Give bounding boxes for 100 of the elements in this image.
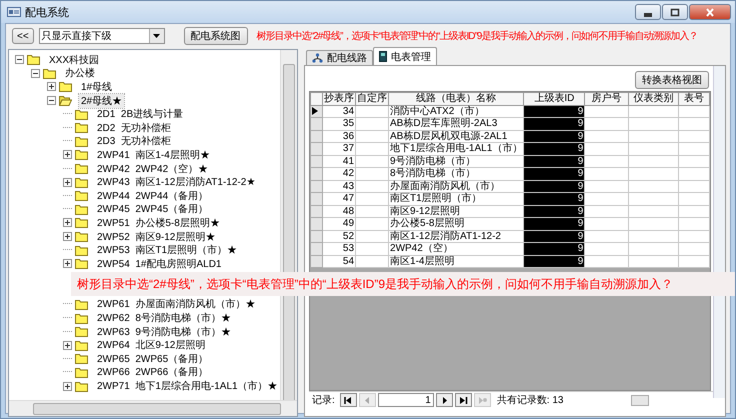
network-icon bbox=[312, 53, 323, 63]
first-record-button[interactable] bbox=[340, 393, 357, 407]
table-cell: 43 bbox=[322, 180, 356, 192]
table-cell: 9 bbox=[524, 205, 585, 218]
grid-view-button[interactable]: 转换表格视图 bbox=[635, 71, 709, 89]
tree-item[interactable]: 2WP62 8号消防电梯（市）★ bbox=[95, 311, 233, 326]
tree-item[interactable]: 2WP43 南区1-12层消防AT1-12-2★ bbox=[95, 175, 258, 190]
folder-icon bbox=[75, 108, 88, 120]
table-cell: 35 bbox=[322, 118, 356, 130]
tree-item[interactable]: 2WP42 2WP42（空）★ bbox=[95, 162, 210, 176]
table-cell: 9 bbox=[524, 118, 585, 130]
table-cell: 9 bbox=[524, 218, 585, 230]
folder-icon bbox=[43, 68, 56, 79]
table-cell: 48 bbox=[322, 205, 356, 218]
tree-item[interactable]: 2#母线★ bbox=[79, 94, 124, 108]
current-row-marker[interactable] bbox=[310, 105, 323, 118]
folder-icon bbox=[75, 122, 88, 134]
table-cell: 2WP42（空） bbox=[388, 242, 524, 255]
folder-icon bbox=[59, 81, 72, 92]
folder-icon bbox=[75, 312, 88, 324]
tree-item[interactable]: 2WP52 南区9-12层照明★ bbox=[95, 230, 218, 244]
tree-item[interactable]: 办公楼 bbox=[63, 66, 97, 80]
folder-icon bbox=[27, 54, 40, 66]
tree-item[interactable]: 2WP71 地下1层综合用电-1AL1（市）★ bbox=[95, 379, 280, 394]
table-cell: 9号消防电梯（市） bbox=[388, 155, 524, 168]
plus-icon bbox=[64, 342, 71, 349]
expand-toggle[interactable] bbox=[63, 259, 72, 268]
tab[interactable]: 电表管理 bbox=[373, 47, 437, 65]
tree-item[interactable]: 2WP63 9号消防电梯（市）★ bbox=[95, 324, 233, 339]
column-header: 自定序 bbox=[356, 92, 389, 105]
tree-item[interactable]: 2D1 2B进线与计量 bbox=[95, 107, 186, 122]
expand-toggle[interactable] bbox=[63, 340, 72, 350]
plus-icon bbox=[64, 178, 71, 186]
expand-toggle[interactable] bbox=[63, 218, 72, 228]
table-cell: 南区1-4层照明 bbox=[388, 255, 524, 268]
expand-toggle[interactable] bbox=[47, 82, 56, 92]
last-record-button[interactable] bbox=[454, 393, 472, 407]
close-icon bbox=[705, 8, 715, 16]
tab[interactable]: 配电线路 bbox=[306, 50, 373, 65]
table-cell: 南区T1层照明（市） bbox=[388, 192, 524, 205]
tree-item[interactable]: 2WP44 2WP44（备用） bbox=[95, 188, 210, 203]
table-cell: 36 bbox=[322, 130, 356, 142]
dropdown-arrow-icon bbox=[153, 34, 160, 38]
collapse-button[interactable]: << bbox=[12, 28, 34, 44]
filter-dropdown[interactable]: 只显示直接下级 bbox=[38, 28, 165, 44]
minimize-button[interactable] bbox=[635, 4, 661, 20]
expand-toggle[interactable] bbox=[63, 178, 72, 187]
record-count: 共有记录数: 13 bbox=[496, 394, 564, 407]
folder-icon bbox=[75, 244, 88, 256]
expand-toggle[interactable] bbox=[63, 232, 72, 242]
collapse-toggle[interactable] bbox=[31, 68, 40, 78]
folder-icon bbox=[75, 149, 88, 160]
table-cell: 53 bbox=[322, 242, 356, 255]
record-label: 记录: bbox=[312, 394, 335, 407]
table-cell: 9 bbox=[524, 130, 585, 142]
tree-item[interactable]: 2WP54 1#配电房照明ALD1 bbox=[95, 256, 224, 271]
table-cell: 9 bbox=[524, 230, 585, 242]
folder-icon bbox=[75, 136, 88, 147]
table-cell: 47 bbox=[322, 192, 356, 205]
vertical-scrollbar[interactable] bbox=[713, 66, 725, 398]
expand-toggle[interactable] bbox=[63, 382, 72, 391]
expand-toggle[interactable] bbox=[63, 150, 72, 160]
tree-item[interactable]: 2WP61 办屋面南消防风机（市）★ bbox=[95, 297, 258, 312]
tree-item[interactable]: 2WP45 2WP45（备用） bbox=[95, 202, 210, 216]
folder-icon bbox=[75, 298, 88, 310]
collapse-toggle[interactable] bbox=[47, 96, 56, 106]
tree-item[interactable]: 2D2 无功补偿柜 bbox=[95, 120, 173, 135]
annotation-tooltip: 树形目录中选“2#母线”，选项卡“电表管理”中的“上级表ID”9是我手动输入的示例，问如何不用手输自动溯源加入？ bbox=[71, 272, 735, 296]
next-record-button[interactable] bbox=[436, 393, 453, 407]
tree-item[interactable]: 2WP65 2WP65（备用） bbox=[95, 352, 210, 366]
close-button[interactable] bbox=[689, 4, 731, 20]
tree-item[interactable]: XXX科技园 bbox=[47, 52, 102, 67]
last-icon bbox=[458, 396, 468, 404]
table-cell: 9 bbox=[524, 105, 585, 118]
tree-item[interactable]: 2WP51 办公楼5-8层照明★ bbox=[95, 216, 222, 230]
folder-icon bbox=[75, 340, 88, 351]
folder-icon bbox=[75, 326, 88, 338]
plus-icon bbox=[64, 233, 71, 240]
maximize-button[interactable] bbox=[662, 4, 688, 20]
tree-item[interactable]: 2WP66 2WP66（备用） bbox=[95, 365, 210, 380]
tree-item[interactable]: 2D3 无功补偿柜 bbox=[95, 134, 173, 148]
tree-item[interactable]: 2WP53 南区T1层照明（市）★ bbox=[95, 243, 240, 258]
horizontal-scrollbar[interactable] bbox=[9, 400, 297, 416]
tree-item[interactable]: 2WP64 北区9-12层照明 bbox=[95, 338, 208, 352]
app-icon bbox=[7, 7, 21, 17]
column-header: 上级表ID bbox=[524, 92, 585, 105]
record-number-field[interactable]: 1 bbox=[378, 393, 434, 407]
tree-item[interactable]: 1#母线 bbox=[79, 80, 114, 94]
table-cell: 42 bbox=[322, 168, 356, 180]
collapse-toggle[interactable] bbox=[15, 55, 24, 64]
folder-icon bbox=[75, 176, 88, 188]
folder-icon bbox=[75, 353, 88, 364]
diagram-button[interactable]: 配电系统图 bbox=[184, 27, 248, 45]
new-record-icon bbox=[478, 396, 487, 404]
column-header: 表号 bbox=[678, 92, 710, 105]
tree-item[interactable]: 2WP41 南区1-4层照明★ bbox=[95, 148, 212, 162]
folder-icon bbox=[75, 204, 88, 215]
table-cell: 52 bbox=[322, 230, 356, 242]
folder-icon bbox=[75, 163, 88, 174]
maximize-icon bbox=[670, 8, 680, 16]
